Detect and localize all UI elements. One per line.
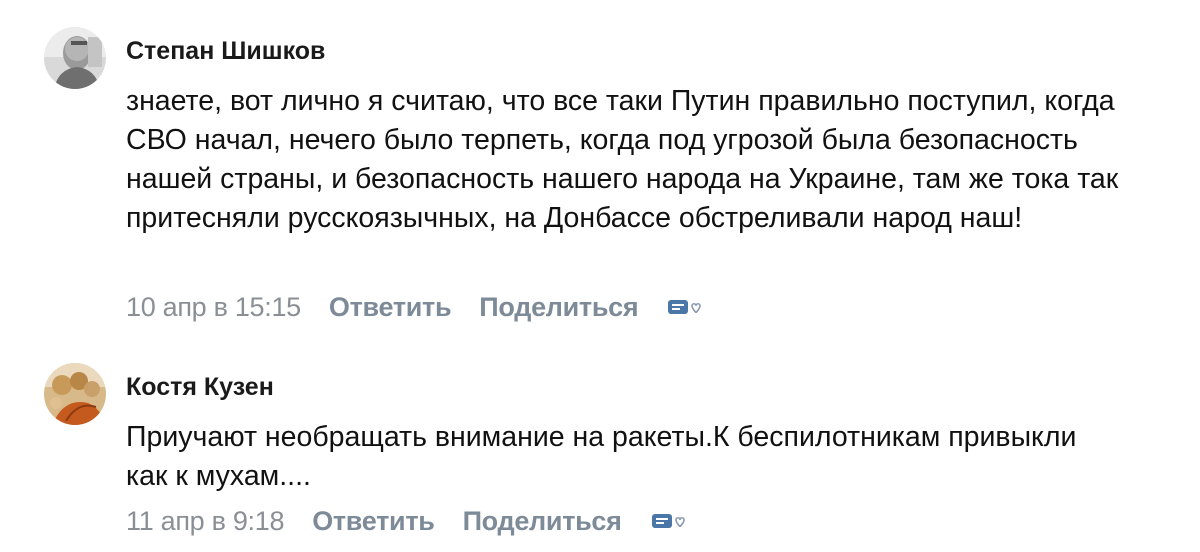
comment-author[interactable]: Степан Шишков (126, 37, 325, 66)
like-reaction-icon[interactable] (666, 296, 704, 320)
comment-meta: 11 апр в 9:18 Ответить Поделиться (126, 506, 688, 537)
avatar[interactable] (44, 363, 106, 425)
share-button[interactable]: Поделиться (463, 506, 622, 537)
share-button[interactable]: Поделиться (479, 292, 638, 323)
comment-meta: 10 апр в 15:15 Ответить Поделиться (126, 292, 704, 323)
avatar[interactable] (44, 27, 106, 89)
avatar-photo-icon (44, 363, 106, 425)
like-reaction-icon[interactable] (650, 510, 688, 534)
comment-text: знаете, вот лично я считаю, что все таки… (126, 85, 1119, 234)
comment-date[interactable]: 11 апр в 9:18 (126, 506, 284, 537)
comment-author[interactable]: Костя Кузен (126, 373, 274, 402)
avatar-photo-icon (44, 27, 106, 89)
comment-text: Приучают необращать внимание на ракеты.К… (126, 421, 1077, 492)
reply-button[interactable]: Ответить (312, 506, 435, 537)
comment-date[interactable]: 10 апр в 15:15 (126, 292, 301, 323)
reply-button[interactable]: Ответить (329, 292, 452, 323)
